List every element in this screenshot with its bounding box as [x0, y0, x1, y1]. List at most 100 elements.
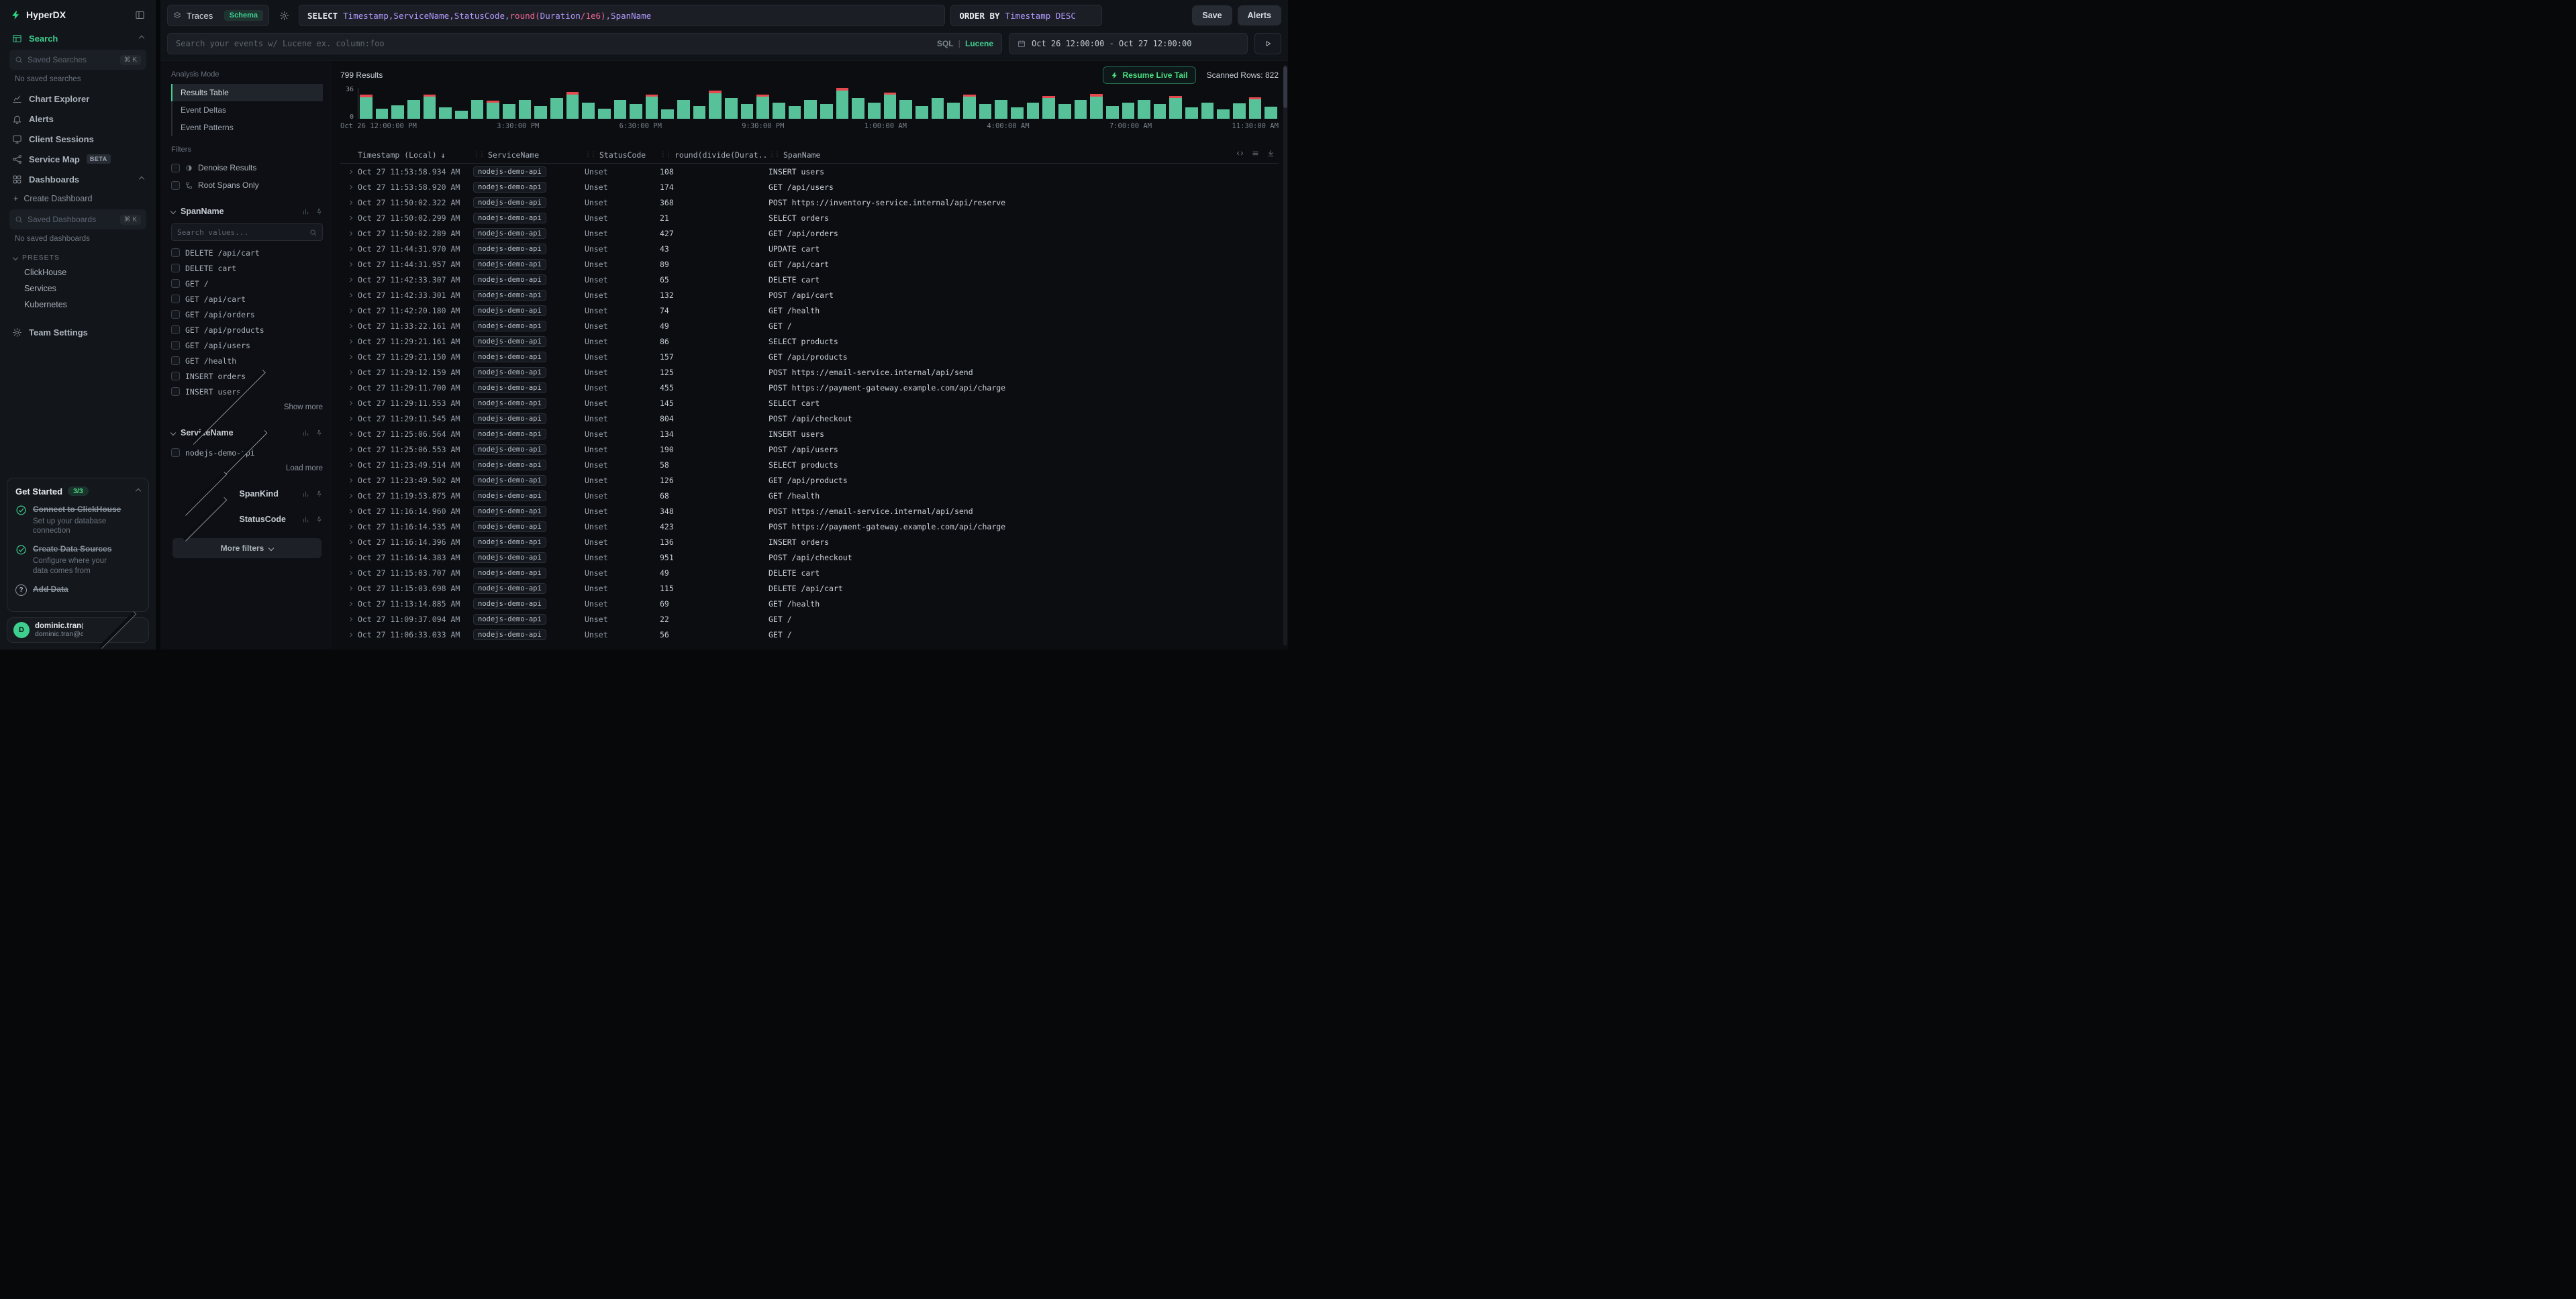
histogram-bar[interactable]: [947, 103, 960, 119]
checkbox[interactable]: [171, 387, 180, 396]
sidebar-item-alerts[interactable]: Alerts: [7, 109, 149, 129]
histogram-bar[interactable]: [836, 88, 849, 119]
checkbox[interactable]: [171, 356, 180, 365]
checkbox[interactable]: [171, 325, 180, 334]
histogram-bar[interactable]: [1011, 107, 1024, 119]
table-row[interactable]: Oct 27 11:29:21.161 AMnodejs-demo-apiUns…: [340, 333, 1279, 349]
histogram-bar[interactable]: [1058, 104, 1071, 119]
histogram-bar[interactable]: [439, 107, 452, 119]
histogram-bar[interactable]: [455, 111, 468, 119]
checkbox[interactable]: [171, 279, 180, 288]
checkbox[interactable]: [171, 448, 180, 457]
table-row[interactable]: Oct 27 11:16:14.535 AMnodejs-demo-apiUns…: [340, 519, 1279, 534]
filter-value-delete-cart[interactable]: DELETE cart: [171, 260, 323, 276]
filter-value-get-api-users[interactable]: GET /api/users: [171, 337, 323, 353]
histogram-bar[interactable]: [1169, 96, 1182, 119]
table-row[interactable]: Oct 27 11:25:06.553 AMnodejs-demo-apiUns…: [340, 441, 1279, 457]
filter-values-search-input[interactable]: [177, 228, 305, 237]
drag-handle-icon[interactable]: ⋮⋮: [769, 151, 779, 158]
row-expand-chevron[interactable]: [340, 293, 358, 297]
histogram-bar[interactable]: [376, 109, 389, 119]
drag-handle-icon[interactable]: ⋮⋮: [660, 151, 671, 158]
drag-handle-icon[interactable]: ⋮⋮: [585, 151, 595, 158]
table-row[interactable]: Oct 27 11:29:11.700 AMnodejs-demo-apiUns…: [340, 380, 1279, 395]
histogram-bar[interactable]: [693, 106, 706, 119]
row-expand-chevron[interactable]: [340, 525, 358, 529]
analysis-mode-event-patterns[interactable]: Event Patterns: [171, 119, 323, 136]
chevron-up-icon[interactable]: [139, 176, 144, 182]
presets-toggle[interactable]: PRESETS: [7, 248, 149, 264]
sidebar-preset-services[interactable]: Services: [7, 280, 149, 297]
histogram-bar[interactable]: [566, 92, 579, 119]
row-density-icon[interactable]: [1252, 150, 1259, 157]
histogram-bar[interactable]: [995, 100, 1007, 119]
histogram-bar[interactable]: [630, 104, 642, 119]
histogram-bar[interactable]: [852, 98, 864, 119]
table-row[interactable]: Oct 27 11:16:14.396 AMnodejs-demo-apiUns…: [340, 534, 1279, 550]
checkbox[interactable]: [171, 164, 180, 172]
row-expand-chevron[interactable]: [340, 370, 358, 374]
download-icon[interactable]: [1267, 150, 1275, 157]
histogram-bar[interactable]: [1233, 103, 1246, 119]
histogram-bar[interactable]: [1154, 104, 1167, 119]
table-row[interactable]: Oct 27 11:19:53.875 AMnodejs-demo-apiUns…: [340, 488, 1279, 503]
filter-value-get[interactable]: GET /: [171, 276, 323, 291]
table-row[interactable]: Oct 27 11:50:02.299 AMnodejs-demo-apiUns…: [340, 210, 1279, 225]
row-expand-chevron[interactable]: [340, 185, 358, 189]
histogram-bar[interactable]: [471, 100, 484, 119]
table-row[interactable]: Oct 27 11:23:49.502 AMnodejs-demo-apiUns…: [340, 472, 1279, 488]
table-row[interactable]: Oct 27 11:50:02.289 AMnodejs-demo-apiUns…: [340, 225, 1279, 241]
histogram-bar[interactable]: [391, 105, 404, 119]
sidebar-item-dashboards[interactable]: Dashboards: [7, 169, 149, 189]
histogram-bar[interactable]: [884, 93, 897, 119]
row-expand-chevron[interactable]: [340, 324, 358, 328]
scrollbar-thumb[interactable]: [1283, 66, 1287, 108]
column-spanname[interactable]: ⋮⋮ SpanName: [769, 150, 1279, 160]
row-expand-chevron[interactable]: [340, 309, 358, 313]
select-clause-input[interactable]: SELECT Timestamp,ServiceName,StatusCode,…: [299, 5, 945, 26]
histogram-bar[interactable]: [899, 100, 912, 119]
row-expand-chevron[interactable]: [340, 386, 358, 390]
checkbox[interactable]: [171, 295, 180, 303]
mini-chart-icon[interactable]: [302, 429, 309, 437]
histogram-bar[interactable]: [756, 95, 769, 119]
filter-value-insert-orders[interactable]: INSERT orders: [171, 368, 323, 384]
table-row[interactable]: Oct 27 11:16:14.383 AMnodejs-demo-apiUns…: [340, 550, 1279, 565]
table-row[interactable]: Oct 27 11:44:31.970 AMnodejs-demo-apiUns…: [340, 241, 1279, 256]
table-row[interactable]: Oct 27 11:53:58.934 AMnodejs-demo-apiUns…: [340, 164, 1279, 179]
histogram-bar[interactable]: [1138, 100, 1150, 119]
table-row[interactable]: Oct 27 11:15:03.698 AMnodejs-demo-apiUns…: [340, 580, 1279, 596]
histogram-bar[interactable]: [550, 98, 563, 119]
pin-icon[interactable]: [315, 208, 323, 215]
histogram-bar[interactable]: [487, 101, 499, 119]
alerts-button[interactable]: Alerts: [1238, 5, 1281, 25]
column-servicename[interactable]: ⋮⋮ ServiceName: [473, 150, 585, 160]
row-expand-chevron[interactable]: [340, 509, 358, 513]
saved-dashboards-input-wrap[interactable]: ⌘ K: [9, 209, 146, 229]
mini-chart-icon[interactable]: [302, 490, 309, 498]
table-row[interactable]: Oct 27 11:33:22.161 AMnodejs-demo-apiUns…: [340, 318, 1279, 333]
saved-dashboards-input[interactable]: [28, 215, 115, 224]
pin-icon[interactable]: [315, 429, 323, 437]
histogram-bar[interactable]: [963, 95, 976, 119]
filter-value-get-health[interactable]: GET /health: [171, 353, 323, 368]
sidebar-item-client-sessions[interactable]: Client Sessions: [7, 129, 149, 149]
table-row[interactable]: Oct 27 11:53:58.920 AMnodejs-demo-apiUns…: [340, 179, 1279, 195]
row-expand-chevron[interactable]: [340, 586, 358, 590]
table-row[interactable]: Oct 27 11:29:11.553 AMnodejs-demo-apiUns…: [340, 395, 1279, 411]
table-row[interactable]: Oct 27 11:29:12.159 AMnodejs-demo-apiUns…: [340, 364, 1279, 380]
filter-value-get-api-cart[interactable]: GET /api/cart: [171, 291, 323, 307]
row-expand-chevron[interactable]: [340, 201, 358, 205]
row-expand-chevron[interactable]: [340, 170, 358, 174]
sort-desc-icon[interactable]: ↓: [441, 150, 446, 160]
histogram-bar[interactable]: [1265, 107, 1277, 119]
histogram-bar[interactable]: [614, 100, 627, 119]
table-row[interactable]: Oct 27 11:50:02.322 AMnodejs-demo-apiUns…: [340, 195, 1279, 210]
row-expand-chevron[interactable]: [340, 417, 358, 421]
histogram-bar[interactable]: [789, 106, 801, 119]
vertical-scrollbar[interactable]: [1283, 65, 1287, 645]
sidebar-item-chart-explorer[interactable]: Chart Explorer: [7, 89, 149, 109]
table-row[interactable]: Oct 27 11:44:31.957 AMnodejs-demo-apiUns…: [340, 256, 1279, 272]
chevron-up-icon[interactable]: [139, 36, 144, 41]
histogram-bar[interactable]: [1217, 109, 1230, 119]
